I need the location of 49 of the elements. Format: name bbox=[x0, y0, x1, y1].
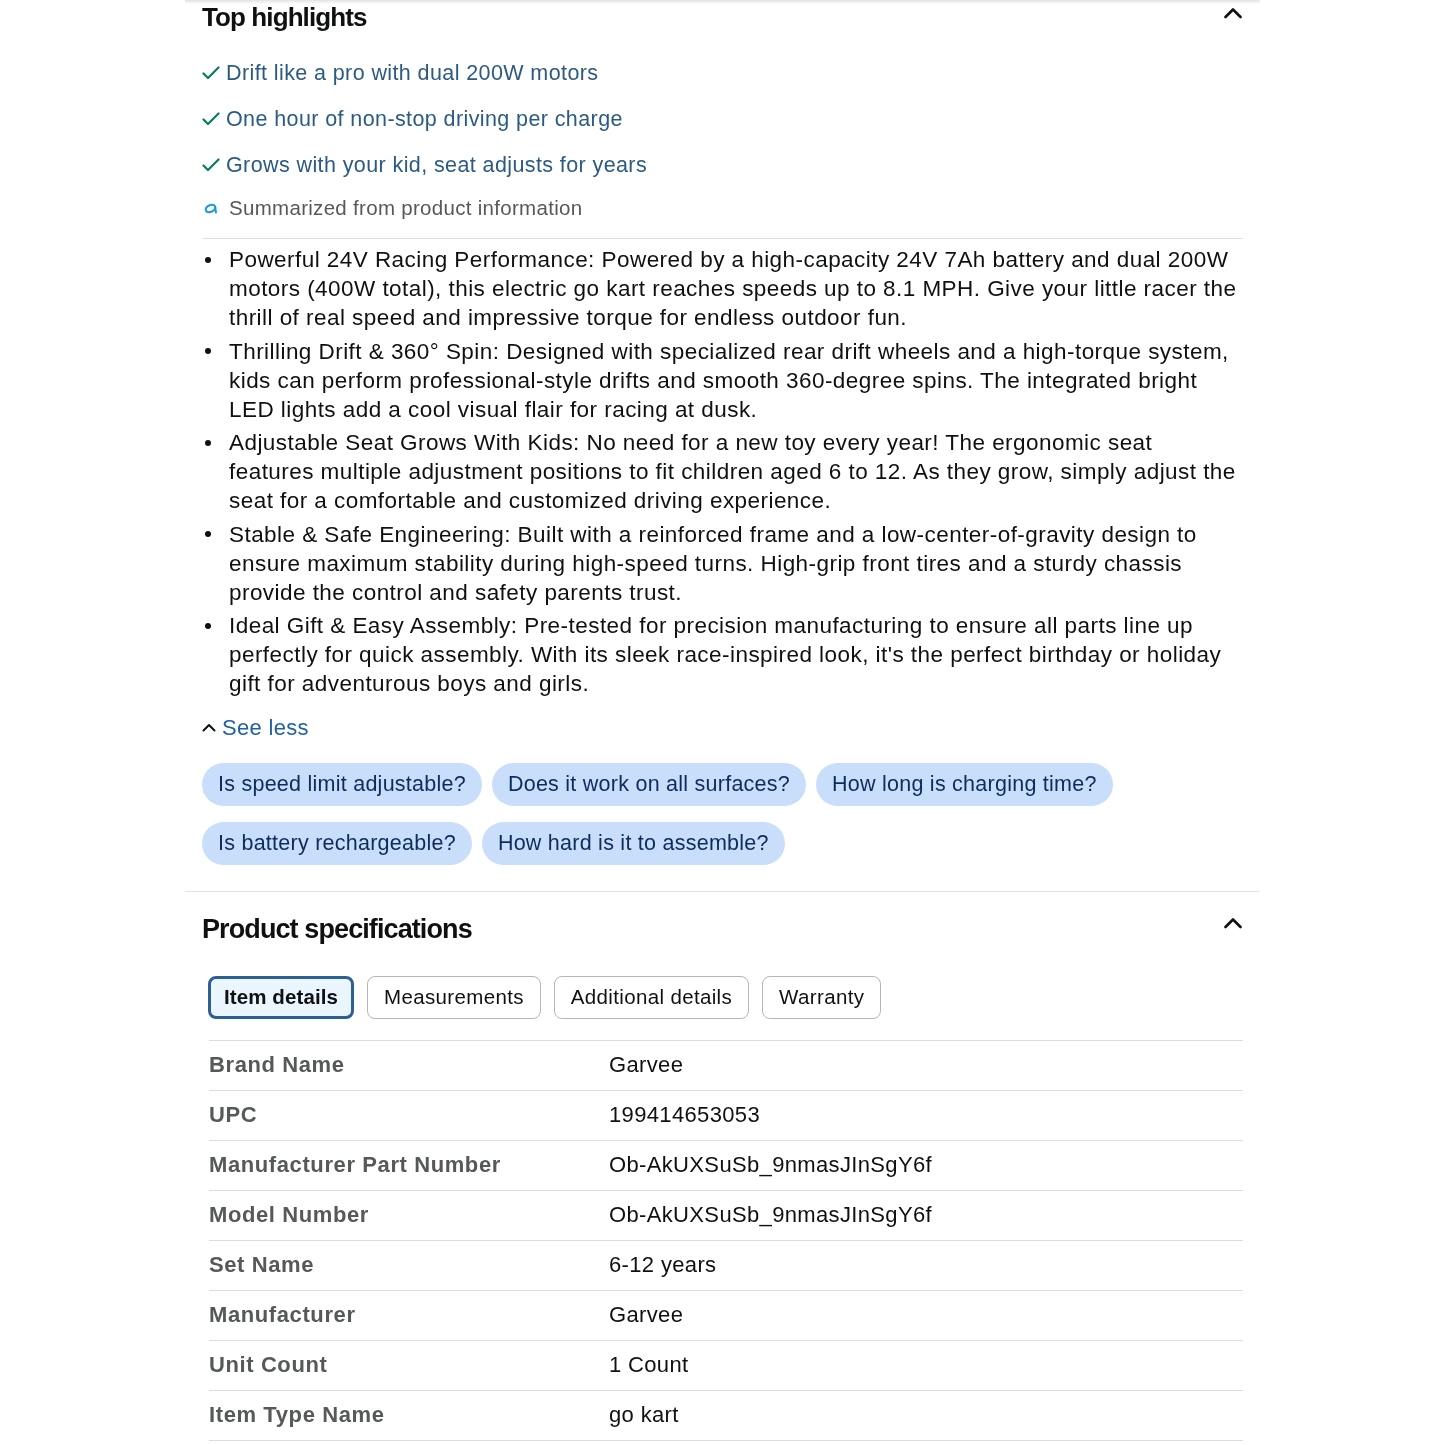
question-chip[interactable]: How hard is it to assemble? bbox=[481, 821, 785, 865]
spec-tab[interactable]: Measurements bbox=[367, 975, 541, 1019]
highlight-text: One hour of non-stop driving per charge bbox=[226, 106, 623, 132]
spec-value: Ob-AkUXSuSb_9nmasJInSgY6f bbox=[609, 1202, 934, 1228]
question-chip[interactable]: How long is charging time? bbox=[816, 762, 1113, 806]
spec-tab[interactable]: Additional details bbox=[553, 975, 750, 1019]
bullet-icon bbox=[205, 622, 211, 629]
question-chip[interactable]: Does it work on all surfaces? bbox=[491, 762, 806, 806]
bullet-icon bbox=[205, 256, 211, 263]
bullet-icon bbox=[205, 348, 211, 354]
spec-value: 6-12 years bbox=[609, 1252, 718, 1278]
spec-value: go kart bbox=[609, 1402, 680, 1428]
spec-tab[interactable]: Item details bbox=[208, 975, 354, 1019]
spec-label: Item Type Name bbox=[209, 1402, 386, 1428]
spec-label: Model Number bbox=[209, 1202, 370, 1228]
spec-label: Manufacturer bbox=[209, 1302, 357, 1328]
ring-icon bbox=[204, 202, 218, 214]
check-icon bbox=[202, 112, 220, 126]
highlight-text: Drift like a pro with dual 200W motors bbox=[226, 60, 599, 86]
see-less-link[interactable]: See less bbox=[202, 712, 309, 743]
chevron-up-icon[interactable] bbox=[1224, 916, 1242, 929]
spec-value: 1 Count bbox=[609, 1352, 690, 1378]
feature-text: Stable & Safe Engineering: Built with a reinforced frame and a low-center-of-gravity design to ensure maximum stability during high-speed turns. High-grip front tires and a sturdy chassis provide the control and safety parents trust. bbox=[229, 520, 1198, 607]
bullet-icon bbox=[205, 531, 211, 537]
spec-value: Garvee bbox=[609, 1052, 685, 1078]
spec-label: Manufacturer Part Number bbox=[209, 1152, 502, 1178]
spec-label: Brand Name bbox=[209, 1052, 346, 1078]
spec-value: Garvee bbox=[609, 1302, 685, 1328]
spec-label: Unit Count bbox=[209, 1352, 329, 1378]
feature-text: Ideal Gift & Easy Assembly: Pre-tested for precision manufacturing to ensure all parts line up perfectly for quick assembly. With its sleek race-inspired look, it's the perfect birthday or holiday gift for adventurous boys and girls. bbox=[229, 612, 1223, 698]
check-icon bbox=[202, 158, 220, 172]
spec-value: Ob-AkUXSuSb_9nmasJInSgY6f bbox=[609, 1152, 934, 1178]
bullet-icon bbox=[205, 439, 211, 446]
chevron-up-icon[interactable] bbox=[1224, 7, 1242, 19]
section-heading: Product specifications bbox=[202, 912, 472, 945]
spec-tab[interactable]: Warranty bbox=[762, 975, 882, 1019]
spec-label: Set Name bbox=[209, 1252, 316, 1278]
highlight-text: Grows with your kid, seat adjusts for years bbox=[226, 152, 648, 178]
question-chip[interactable]: Is speed limit adjustable? bbox=[202, 762, 482, 806]
spec-label: UPC bbox=[209, 1102, 259, 1128]
feature-text: Powerful 24V Racing Performance: Powered by a high-capacity 24V 7Ah battery and dual 200W motors (400W total), this electric go kart reaches speeds up to 8.1 MPH. Give your little racer the thrill of real speed and impressive torque for endless outdoor fun. bbox=[229, 246, 1238, 332]
spec-value: 199414653053 bbox=[609, 1102, 762, 1128]
question-chip[interactable]: Is battery rechargeable? bbox=[202, 821, 472, 865]
check-icon bbox=[202, 66, 220, 80]
summary-note: Summarized from product information bbox=[229, 196, 583, 220]
caret-icon bbox=[202, 723, 216, 732]
section-heading: Top highlights bbox=[202, 2, 367, 32]
feature-text: Thrilling Drift & 360° Spin: Designed with specialized rear drift wheels and a high-torque system, kids can perform professional-style drifts and smooth 360-degree spins. The integrated bright LED lights add a cool visual flair for racing at dusk. bbox=[229, 337, 1230, 424]
feature-text: Adjustable Seat Grows With Kids: No need for a new toy every year! The ergonomic seat features multiple adjustment positions to fit children aged 6 to 12. As they grow, simply adjust the seat for a comfortable and customized driving experience. bbox=[229, 429, 1237, 515]
